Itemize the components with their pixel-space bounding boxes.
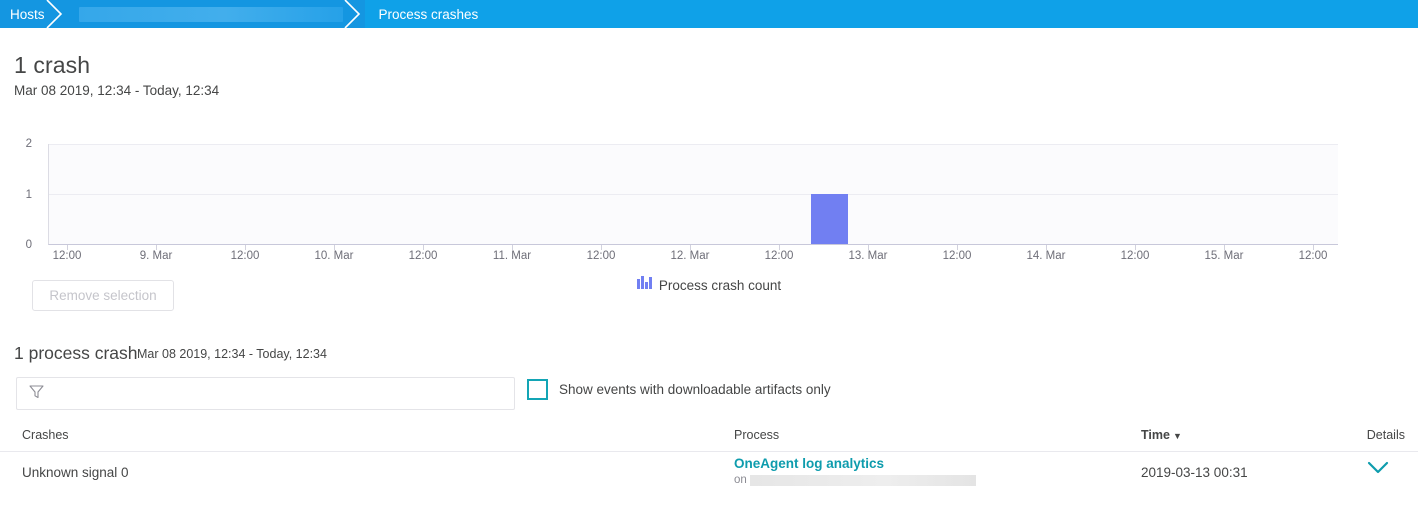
cell-time: 2019-03-13 00:31	[1141, 465, 1248, 480]
remove-selection-button[interactable]: Remove selection	[32, 280, 174, 311]
list-section-title: 1 process crash	[14, 343, 138, 364]
x-tick-1: 9. Mar	[140, 250, 173, 262]
x-tick-7: 12. Mar	[671, 250, 710, 262]
process-link-oneagent-log-analytics[interactable]: OneAgent log analytics	[734, 456, 976, 471]
breadcrumb-label-process-crashes: Process crashes	[379, 7, 479, 22]
column-header-time-label: Time	[1141, 428, 1170, 442]
process-on-label: on	[734, 474, 747, 486]
breadcrumb-separator-1-icon	[45, 0, 67, 28]
chart-y-axis: 0 1 2	[0, 144, 42, 245]
x-tick-5: 11. Mar	[493, 250, 531, 262]
column-header-crashes[interactable]: Crashes	[22, 428, 69, 442]
cell-process: OneAgent log analytics on	[734, 456, 976, 486]
x-tick-9: 13. Mar	[849, 250, 888, 262]
table-row[interactable]: Unknown signal 0 OneAgent log analytics …	[0, 452, 1418, 509]
chart-plot-area[interactable]	[48, 144, 1338, 245]
redacted-host-name	[79, 7, 343, 22]
x-tick-2: 12:00	[231, 250, 260, 262]
x-tick-0: 12:00	[53, 250, 82, 262]
page-title: 1 crash	[14, 52, 90, 79]
y-tick-0: 0	[26, 239, 32, 251]
filter-funnel-icon	[29, 384, 44, 404]
breadcrumb-item-hosts[interactable]: Hosts	[0, 0, 45, 28]
downloadable-artifacts-label: Show events with downloadable artifacts …	[559, 382, 831, 397]
column-header-process[interactable]: Process	[734, 428, 779, 442]
x-tick-6: 12:00	[587, 250, 616, 262]
sort-descending-icon: ▼	[1173, 431, 1182, 441]
chevron-down-icon	[1366, 460, 1390, 478]
breadcrumb-label-hosts: Hosts	[10, 7, 45, 22]
x-tick-14: 12:00	[1299, 250, 1328, 262]
x-tick-8: 12:00	[765, 250, 794, 262]
legend-label-process-crash-count: Process crash count	[659, 278, 781, 293]
x-tick-3: 10. Mar	[315, 250, 354, 262]
breadcrumb: Hosts Process crashes	[0, 0, 1418, 28]
bar-chart-icon	[637, 276, 652, 294]
filter-input[interactable]	[54, 384, 494, 404]
redacted-host-name	[750, 475, 976, 486]
chart-x-axis: 12:00 9. Mar 12:00 10. Mar 12:00 11. Mar…	[48, 245, 1338, 269]
bar-process-crash[interactable]	[811, 194, 848, 244]
x-tick-10: 12:00	[943, 250, 972, 262]
page-timeframe-subtitle: Mar 08 2019, 12:34 - Today, 12:34	[14, 83, 219, 98]
y-tick-1: 1	[26, 189, 32, 201]
list-section-timeframe: Mar 08 2019, 12:34 - Today, 12:34	[137, 347, 327, 361]
x-tick-4: 12:00	[409, 250, 438, 262]
breadcrumb-item-process-crashes[interactable]: Process crashes	[365, 0, 1418, 28]
breadcrumb-separator-2-icon	[343, 0, 365, 28]
expand-details-button[interactable]	[1366, 460, 1390, 478]
breadcrumb-item-host-redacted[interactable]	[67, 0, 343, 28]
x-tick-11: 14. Mar	[1027, 250, 1066, 262]
filter-field[interactable]	[16, 377, 515, 410]
process-host: on	[734, 474, 976, 486]
column-header-time[interactable]: Time▼	[1141, 428, 1182, 442]
downloadable-artifacts-checkbox[interactable]	[527, 379, 548, 400]
table-header-row: Crashes Process Time▼ Details	[0, 428, 1418, 452]
x-tick-13: 15. Mar	[1205, 250, 1244, 262]
chart-legend[interactable]: Process crash count	[0, 276, 1418, 294]
x-tick-12: 12:00	[1121, 250, 1150, 262]
process-crash-chart[interactable]: 0 1 2 12:00 9. Mar 12:00 10. Mar 12:00 1…	[0, 130, 1418, 310]
cell-crash-name: Unknown signal 0	[22, 465, 129, 480]
y-tick-2: 2	[26, 138, 32, 150]
gridline-2	[49, 144, 1338, 145]
crashes-table: Crashes Process Time▼ Details Unknown si…	[0, 428, 1418, 509]
downloadable-artifacts-filter[interactable]: Show events with downloadable artifacts …	[527, 379, 831, 400]
column-header-details: Details	[1367, 428, 1405, 442]
gridline-1	[49, 194, 1338, 195]
